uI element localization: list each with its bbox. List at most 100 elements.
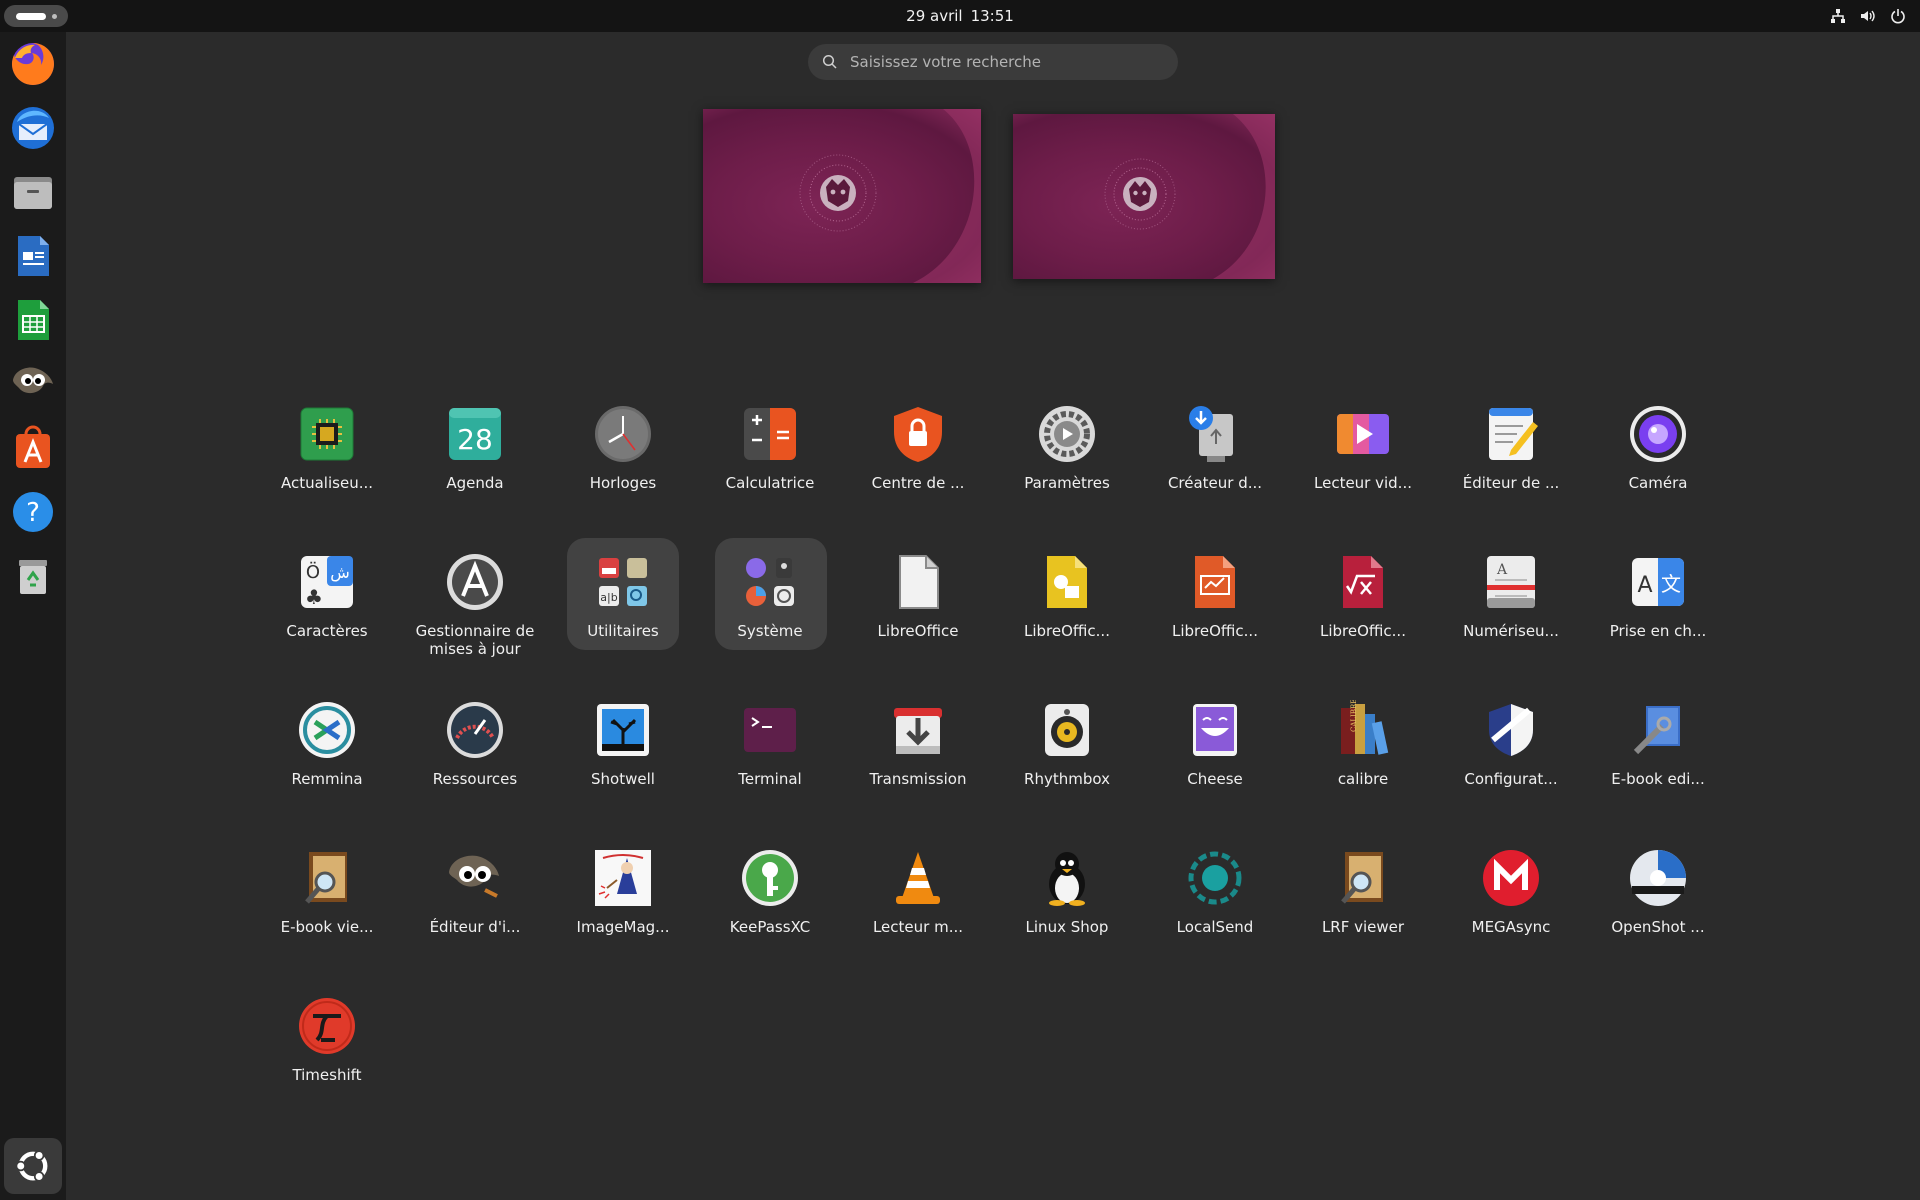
app-shotwell[interactable]: Shotwell: [558, 700, 688, 840]
search-bar[interactable]: [808, 44, 1178, 80]
app-rhythmbox[interactable]: Rhythmbox: [1002, 700, 1132, 840]
app-imagemagick[interactable]: ImageMag...: [558, 848, 688, 988]
linux-shop-icon: [1037, 848, 1097, 908]
app-lrf-viewer[interactable]: LRF viewer: [1298, 848, 1428, 988]
app-firmware-updater[interactable]: Actualiseu...: [262, 404, 392, 544]
app-label: Éditeur de ...: [1462, 474, 1560, 492]
app-calculator[interactable]: Calculatrice: [705, 404, 835, 544]
app-localsend[interactable]: LocalSend: [1150, 848, 1280, 988]
app-label: LibreOffic...: [1320, 622, 1406, 640]
app-security-center[interactable]: Centre de ...: [853, 404, 983, 544]
svg-text:Ö: Ö: [306, 561, 320, 583]
app-video-player[interactable]: Lecteur vid...: [1298, 404, 1428, 544]
app-remmina[interactable]: Remmina: [262, 700, 392, 840]
libreoffice-calc-icon[interactable]: [7, 294, 59, 346]
app-vlc[interactable]: Lecteur m...: [853, 848, 983, 988]
app-linux-shop[interactable]: Linux Shop: [1002, 848, 1132, 988]
svg-text:CALIBRE: CALIBRE: [1350, 700, 1358, 732]
app-keepassxc[interactable]: KeePassXC: [705, 848, 835, 988]
svg-text:a|b: a|b: [600, 591, 617, 604]
app-timeshift[interactable]: Timeshift: [262, 996, 392, 1136]
app-label: Remmina: [291, 770, 363, 788]
app-label: Horloges: [589, 474, 657, 492]
app-center-icon[interactable]: [7, 422, 59, 474]
libreoffice-math-icon: [1333, 552, 1393, 612]
camera-icon: [1628, 404, 1688, 464]
gimp-icon[interactable]: [7, 358, 59, 410]
app-language-support[interactable]: A文 Prise en ch...: [1593, 552, 1723, 692]
app-label: Calculatrice: [725, 474, 815, 492]
cheese-icon: [1185, 700, 1245, 760]
app-text-editor[interactable]: Éditeur de ...: [1446, 404, 1576, 544]
libreoffice-impress-icon: [1185, 552, 1245, 612]
search-input[interactable]: [848, 52, 1152, 72]
app-label: LocalSend: [1176, 918, 1254, 936]
app-scanner[interactable]: A Numériseu...: [1446, 552, 1576, 692]
settings-icon: [1037, 404, 1097, 464]
app-openshot[interactable]: OpenShot ...: [1593, 848, 1723, 988]
app-agenda[interactable]: 28 Agenda: [410, 404, 540, 544]
system-tray[interactable]: [1830, 0, 1906, 32]
svg-text:♣: ♣: [305, 585, 323, 609]
app-cheese[interactable]: Cheese: [1150, 700, 1280, 840]
date-label: 29 avril: [906, 7, 963, 25]
app-transmission[interactable]: Transmission: [853, 700, 983, 840]
gimp-icon: [445, 848, 505, 908]
app-camera[interactable]: Caméra: [1593, 404, 1723, 544]
app-label: LibreOffic...: [1172, 622, 1258, 640]
app-settings[interactable]: Paramètres: [1002, 404, 1132, 544]
workspace-thumbnail-2[interactable]: [1013, 114, 1275, 279]
app-label: Lecteur m...: [872, 918, 964, 936]
date-time-button[interactable]: 29 avril 13:51: [0, 0, 1920, 32]
app-resources[interactable]: Ressources: [410, 700, 540, 840]
svg-text:文: 文: [1661, 572, 1681, 596]
security-center-icon: [888, 404, 948, 464]
workspace-thumbnail-1[interactable]: [703, 109, 981, 283]
update-manager-icon: [445, 552, 505, 612]
firefox-icon[interactable]: [7, 38, 59, 90]
app-megasync[interactable]: MEGAsync: [1446, 848, 1576, 988]
app-libreoffice-math[interactable]: LibreOffic...: [1298, 552, 1428, 692]
app-label: KeePassXC: [729, 918, 811, 936]
app-characters[interactable]: Ö ش ♣ Caractères: [262, 552, 392, 692]
svg-text:ش: ش: [330, 563, 350, 582]
app-ebook-editor[interactable]: E-book edi...: [1593, 700, 1723, 840]
app-libreoffice[interactable]: LibreOffice: [853, 552, 983, 692]
app-label: Paramètres: [1024, 474, 1110, 492]
folder-utilities[interactable]: a|b Utilitaires: [558, 552, 688, 692]
ebook-viewer-icon: [297, 848, 357, 908]
lrf-viewer-icon: [1333, 848, 1393, 908]
help-icon[interactable]: ?: [7, 486, 59, 538]
app-libreoffice-impress[interactable]: LibreOffic...: [1150, 552, 1280, 692]
app-label: Utilitaires: [587, 622, 659, 640]
app-label: Transmission: [869, 770, 967, 788]
show-apps-button[interactable]: [4, 1138, 62, 1194]
app-usb-creator[interactable]: Créateur d...: [1150, 404, 1280, 544]
firewall-config-icon: [1481, 700, 1541, 760]
app-calibre[interactable]: CALIBRE calibre: [1298, 700, 1428, 840]
network-icon[interactable]: [1830, 8, 1846, 24]
folder-system[interactable]: Système: [705, 552, 835, 692]
app-gimp[interactable]: Éditeur d'i...: [410, 848, 540, 988]
power-icon[interactable]: [1890, 8, 1906, 24]
app-ebook-viewer[interactable]: E-book vie...: [262, 848, 392, 988]
app-libreoffice-draw[interactable]: LibreOffic...: [1002, 552, 1132, 692]
thunderbird-icon[interactable]: [7, 102, 59, 154]
ubuntu-logo-icon: [15, 1150, 48, 1182]
app-clocks[interactable]: Horloges: [558, 404, 688, 544]
rhythmbox-icon: [1037, 700, 1097, 760]
openshot-icon: [1628, 848, 1688, 908]
libreoffice-writer-icon[interactable]: [7, 230, 59, 282]
app-label: Ressources: [432, 770, 518, 788]
trash-icon[interactable]: [7, 550, 59, 602]
volume-icon[interactable]: [1860, 8, 1876, 24]
app-label: Configurat...: [1464, 770, 1558, 788]
files-icon[interactable]: [7, 166, 59, 218]
ubuntu-mascot-icon: [799, 154, 877, 232]
text-editor-icon: [1481, 404, 1541, 464]
search-icon: [822, 54, 837, 69]
app-label: Cheese: [1187, 770, 1243, 788]
app-update-manager[interactable]: Gestionnaire de mises à jour: [410, 552, 540, 692]
app-terminal[interactable]: Terminal: [705, 700, 835, 840]
app-firewall-config[interactable]: Configurat...: [1446, 700, 1576, 840]
